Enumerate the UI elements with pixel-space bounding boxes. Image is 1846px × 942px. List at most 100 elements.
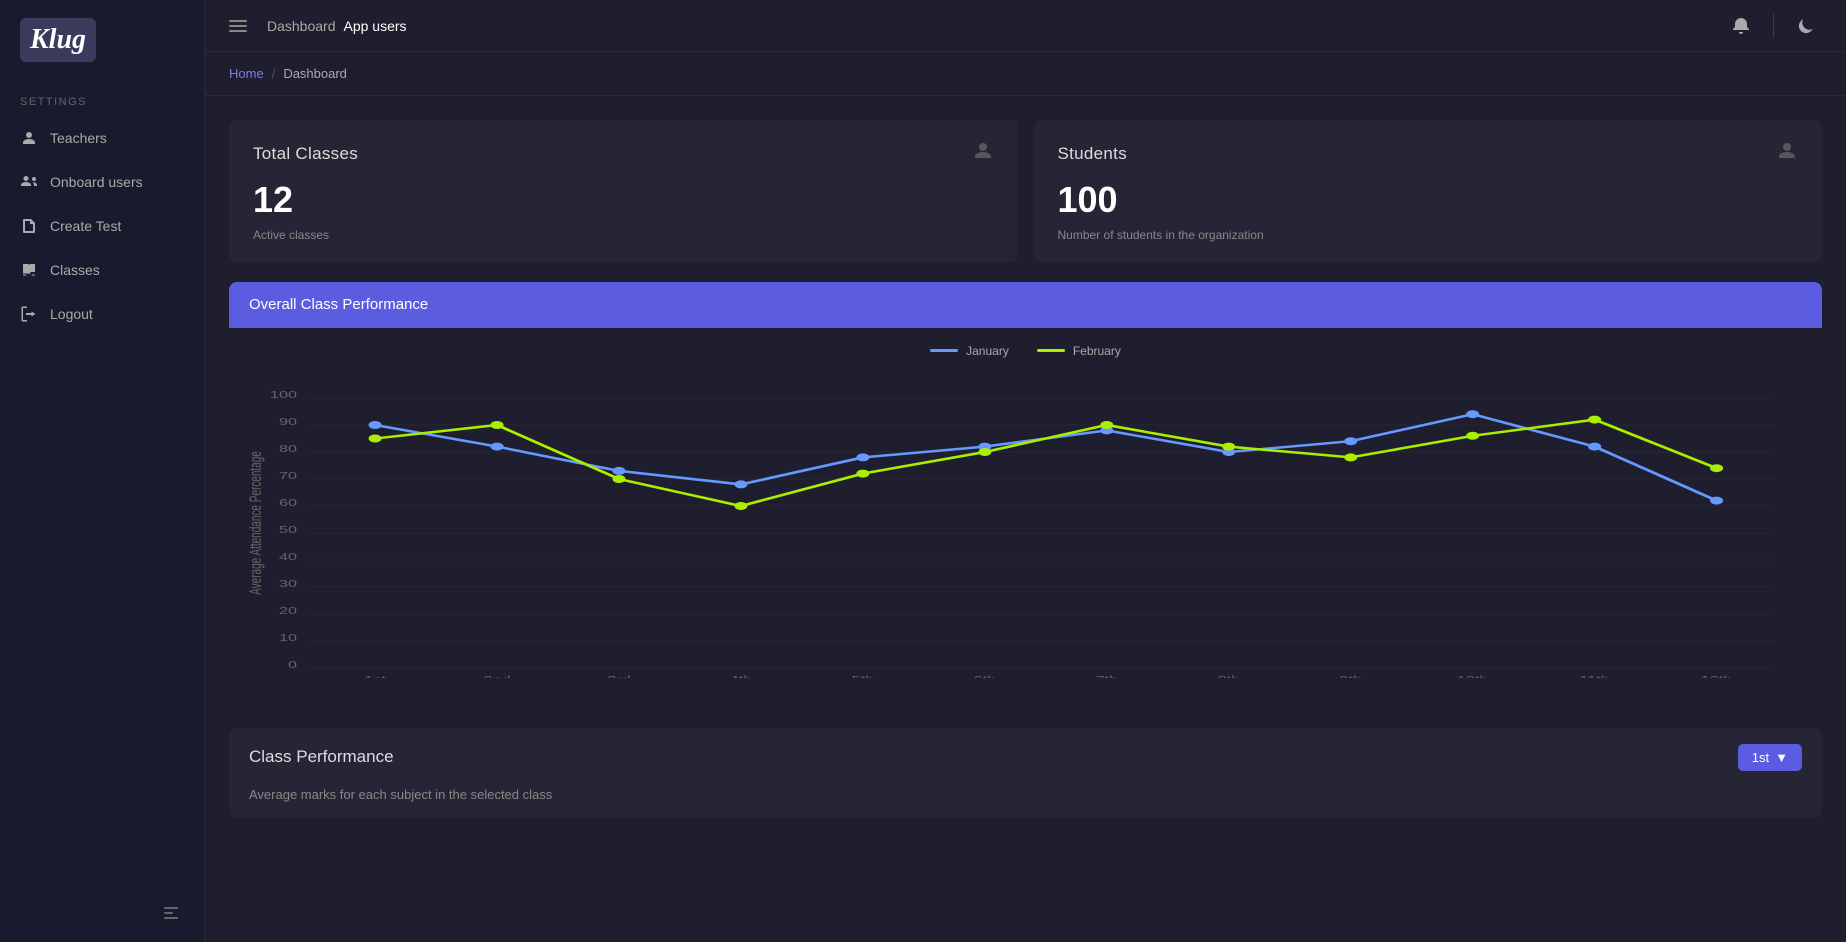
dropdown-chevron-icon: ▼ (1775, 750, 1788, 765)
logo-box: Klug (20, 18, 96, 62)
jan-dot-10 (1466, 410, 1479, 418)
svg-text:0: 0 (288, 659, 297, 670)
performance-subtitle: Average marks for each subject in the se… (229, 787, 1822, 818)
svg-text:4th: 4th (730, 674, 753, 678)
performance-title: Class Performance (249, 747, 394, 767)
svg-text:1st: 1st (364, 674, 386, 678)
total-classes-value: 12 (253, 180, 994, 220)
legend-january: January (930, 344, 1009, 358)
collapse-sidebar-button[interactable] (158, 900, 184, 926)
person-icon (20, 129, 38, 147)
chart-title: Overall Class Performance (249, 296, 428, 313)
chart-body: January February 0 10 20 30 (229, 328, 1822, 708)
menu-icon[interactable] (229, 20, 247, 32)
total-classes-label: Active classes (253, 228, 994, 242)
sidebar-item-onboard[interactable]: Onboard users (0, 160, 204, 204)
performance-chart: 0 10 20 30 40 50 60 70 80 90 100 (245, 368, 1806, 678)
svg-text:10: 10 (279, 632, 297, 643)
jan-dot-11 (1588, 442, 1601, 450)
sidebar: Klug SETTINGS Teachers Onboard users (0, 0, 205, 942)
total-classes-card: Total Classes 12 Active classes (229, 120, 1018, 262)
sidebar-item-logout[interactable]: Logout (0, 292, 204, 336)
header-nav: Dashboard App users (267, 18, 407, 34)
legend-february: February (1037, 344, 1121, 358)
svg-text:70: 70 (279, 470, 297, 481)
y-axis: 0 10 20 30 40 50 60 70 80 90 100 (270, 389, 1774, 670)
x-axis: 1st 2nd 3rd 4th 5th 6th 7th 8th 9th 10th… (364, 674, 1732, 678)
header-divider (1773, 14, 1774, 38)
feb-dot-2 (491, 421, 504, 429)
feb-dot-12 (1710, 464, 1723, 472)
stat-card-header-classes: Total Classes (253, 140, 994, 168)
sidebar-item-teachers-label: Teachers (50, 130, 107, 146)
exit-icon (20, 305, 38, 323)
svg-text:3rd: 3rd (607, 674, 630, 678)
logo-container: Klug (0, 0, 204, 80)
svg-text:30: 30 (279, 578, 297, 589)
feb-dot-10 (1466, 431, 1479, 439)
feb-dot-11 (1588, 415, 1601, 423)
legend-january-line (930, 349, 958, 352)
classes-person-icon (972, 140, 994, 168)
sidebar-item-classes[interactable]: Classes (0, 248, 204, 292)
svg-text:6th: 6th (974, 674, 997, 678)
theme-toggle-icon[interactable] (1790, 10, 1822, 42)
svg-text:60: 60 (279, 497, 297, 508)
svg-text:20: 20 (279, 605, 297, 616)
total-classes-title: Total Classes (253, 144, 358, 164)
feb-dot-5 (856, 469, 869, 477)
sidebar-nav: Teachers Onboard users Create Test (0, 116, 204, 884)
doc-icon (20, 217, 38, 235)
performance-header: Class Performance 1st ▼ (229, 728, 1822, 787)
svg-text:Average Attendance Percentage: Average Attendance Percentage (247, 451, 265, 595)
header-right (1725, 10, 1822, 42)
class-dropdown-label: 1st (1752, 750, 1769, 765)
jan-dot-4 (734, 480, 747, 488)
svg-text:9th: 9th (1339, 674, 1362, 678)
svg-text:40: 40 (279, 551, 297, 562)
svg-text:11th: 11th (1579, 674, 1609, 678)
breadcrumb-home-link[interactable]: Home (229, 66, 264, 81)
header: Dashboard App users (205, 0, 1846, 52)
feb-dot-9 (1344, 453, 1357, 461)
svg-text:5th: 5th (852, 674, 875, 678)
chart-header: Overall Class Performance (229, 282, 1822, 328)
svg-text:10th: 10th (1457, 674, 1489, 678)
jan-dot-12 (1710, 496, 1723, 504)
settings-label: SETTINGS (0, 80, 204, 116)
svg-text:7th: 7th (1096, 674, 1119, 678)
svg-text:80: 80 (279, 443, 297, 454)
sidebar-item-onboard-label: Onboard users (50, 174, 143, 190)
book-icon (20, 261, 38, 279)
legend-february-label: February (1073, 344, 1121, 358)
students-card: Students 100 Number of students in the o… (1034, 120, 1823, 262)
logo-text: Klug (30, 26, 86, 54)
stat-card-header-students: Students (1058, 140, 1799, 168)
chart-legend: January February (245, 344, 1806, 358)
svg-text:50: 50 (279, 524, 297, 535)
breadcrumb-sep: / (272, 66, 276, 81)
svg-text:8th: 8th (1217, 674, 1240, 678)
svg-text:100: 100 (270, 389, 297, 400)
january-line (375, 414, 1716, 500)
jan-dot-5 (856, 453, 869, 461)
svg-text:12th: 12th (1701, 674, 1733, 678)
header-dashboard-label: Dashboard (267, 18, 336, 34)
sidebar-item-create-test[interactable]: Create Test (0, 204, 204, 248)
sidebar-item-teachers[interactable]: Teachers (0, 116, 204, 160)
notification-icon[interactable] (1725, 10, 1757, 42)
legend-january-label: January (966, 344, 1009, 358)
svg-text:2nd: 2nd (483, 674, 510, 678)
stats-row: Total Classes 12 Active classes Students (229, 120, 1822, 262)
class-performance-section: Class Performance 1st ▼ Average marks fo… (229, 728, 1822, 818)
sidebar-item-logout-label: Logout (50, 306, 93, 322)
students-value: 100 (1058, 180, 1799, 220)
breadcrumb: Home / Dashboard (205, 52, 1846, 96)
feb-dot-8 (1222, 442, 1235, 450)
main-content: Dashboard App users Home / Dashboard (205, 0, 1846, 942)
class-dropdown-button[interactable]: 1st ▼ (1738, 744, 1802, 771)
jan-dot-3 (612, 466, 625, 474)
breadcrumb-current: Dashboard (283, 66, 347, 81)
students-person-icon (1776, 140, 1798, 168)
feb-dot-7 (1100, 421, 1113, 429)
